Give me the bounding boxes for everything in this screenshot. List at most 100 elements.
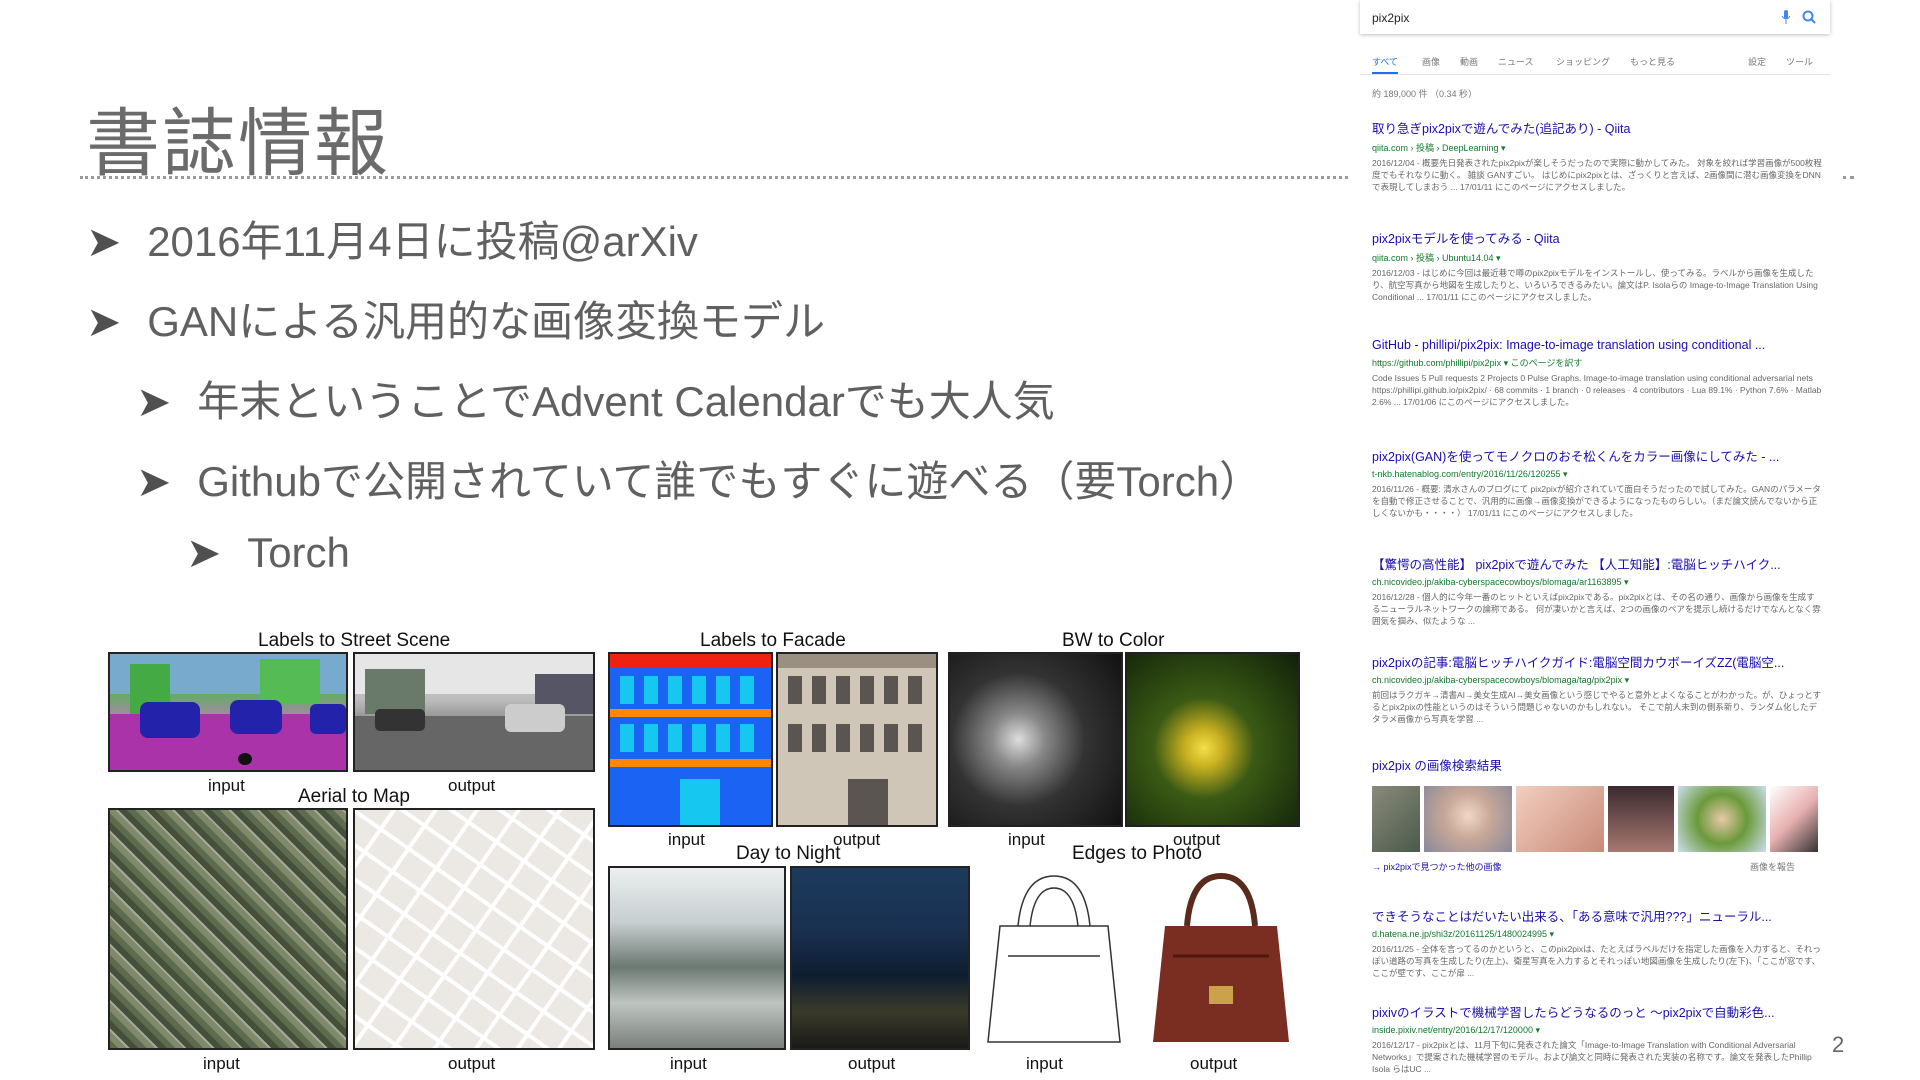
result-title[interactable]: pix2pix(GAN)を使ってモノクロのおそ松くんをカラー画像にしてみた - …	[1372, 446, 1822, 465]
bullet-2: ➤ GANによる汎用的な画像変換モデル	[86, 298, 825, 345]
image-results-row	[1372, 786, 1826, 852]
result-count: 約 189,000 件 （0.34 秒）	[1372, 89, 1478, 99]
bullet-1: ➤ 2016年11月4日に投稿@arXiv	[86, 218, 698, 265]
slide: 書誌情報 ➤ 2016年11月4日に投稿@arXiv ➤ GANによる汎用的な画像変…	[0, 0, 1920, 1080]
aerial-map-input-label: input	[203, 1054, 240, 1073]
mic-icon[interactable]	[1780, 10, 1792, 24]
tab-settings[interactable]: 設定	[1748, 55, 1766, 68]
result-snippet: 2016/12/03 - はじめに今回は最近巷で噂のpix2pixモデルをインス…	[1372, 268, 1818, 302]
result-title[interactable]: 【驚愕の高性能】 pix2pixで遊んでみた 【人工知能】:電脳ヒッチハイク..…	[1372, 554, 1822, 573]
edges-photo-input-image	[978, 866, 1130, 1050]
result-snippet: Code Issues 5 Pull requests 2 Projects 0…	[1372, 373, 1822, 407]
result-url[interactable]: d.hatena.ne.jp/shi3z/20161125/1480024995…	[1372, 929, 1822, 940]
day-night-input-label: input	[670, 1054, 707, 1073]
day-night-output-image	[790, 866, 970, 1050]
search-result: 取り急ぎpix2pixで遊んでみた(追記あり) - Qiita qiita.co…	[1372, 118, 1822, 193]
search-result: できそうなことはだいたい出来る、「ある意味で汎用???」ニューラル... d.h…	[1372, 906, 1822, 979]
search-result: pix2pixモデルを使ってみる - Qiita qiita.com › 投稿 …	[1372, 228, 1822, 303]
more-images-link[interactable]: → pix2pixで見つかった他の画像	[1372, 860, 1502, 873]
tab-news[interactable]: ニュース	[1498, 55, 1534, 68]
report-images-link[interactable]: 画像を報告	[1750, 860, 1795, 873]
result-title[interactable]: pix2pixモデルを使ってみる - Qiita	[1372, 228, 1822, 247]
image-results-title[interactable]: pix2pix の画像検索結果	[1372, 755, 1502, 774]
day-night-output-label: output	[848, 1054, 896, 1073]
image-thumbnail[interactable]	[1372, 786, 1420, 852]
result-snippet: 2016/11/26 - 概要: 清水さんのブログにて pix2pixが紹介され…	[1372, 484, 1821, 518]
caption-day-night: Day to Night	[736, 843, 841, 864]
bw-color-input-image	[948, 652, 1123, 827]
search-result: pixivのイラストで機械学習したらどうなるのっと ～pix2pixで自動彩色.…	[1372, 1002, 1822, 1075]
result-snippet: 2016/12/04 - 概要先日発表されたpix2pixが楽しそうだったので実…	[1372, 158, 1822, 192]
bullet-2-1: ➤ 年末ということでAdvent Calendarでも大人気	[136, 378, 1055, 425]
search-box[interactable]: pix2pix	[1360, 0, 1830, 34]
result-snippet: 前回はラクガキ→清書AI→美女生成AI→美女画像という感じでやると意外とよくなる…	[1372, 690, 1822, 724]
aerial-map-input-image	[108, 808, 348, 1050]
search-result: GitHub - phillipi/pix2pix: Image-to-imag…	[1372, 338, 1822, 408]
image-thumbnail[interactable]	[1678, 786, 1766, 852]
result-snippet: 2016/12/17 - pix2pixとは、11月下旬に発表された論文「Ima…	[1372, 1040, 1812, 1074]
labels-facade-output-image	[776, 652, 938, 827]
search-result: 【驚愕の高性能】 pix2pixで遊んでみた 【人工知能】:電脳ヒッチハイク..…	[1372, 554, 1822, 627]
result-url[interactable]: ch.nicovideo.jp/akiba-cyberspacecowboys/…	[1372, 577, 1822, 588]
result-url[interactable]: https://github.com/phillipi/pix2pix ▾ この…	[1372, 356, 1822, 369]
tab-images[interactable]: 画像	[1422, 55, 1440, 68]
result-title[interactable]: できそうなことはだいたい出来る、「ある意味で汎用???」ニューラル...	[1372, 906, 1822, 925]
labels-facade-input-label: input	[668, 830, 705, 849]
title-divider	[80, 176, 1348, 179]
bullet-marker-icon: ➤	[136, 378, 172, 425]
result-url[interactable]: qiita.com › 投稿 › Ubuntu14.04 ▾	[1372, 251, 1822, 264]
caption-labels-street: Labels to Street Scene	[258, 630, 451, 651]
result-snippet: 2016/12/28 - 個人的に今年一番のヒットといえばpix2pixである。…	[1372, 592, 1821, 626]
bullet-marker-icon: ➤	[86, 218, 122, 265]
result-snippet: 2016/11/25 - 全体を言ってるのかというと、このpix2pixは、たと…	[1372, 944, 1821, 978]
bw-color-input-label: input	[1008, 830, 1045, 849]
image-thumbnail[interactable]	[1516, 786, 1604, 852]
bullet-2-2: ➤ Githubで公開されていて誰でもすぐに遊べる（要Torch）	[136, 458, 1262, 505]
slide-title: 書誌情報	[86, 101, 390, 187]
tab-all[interactable]: すべて	[1372, 55, 1399, 74]
result-url[interactable]: qiita.com › 投稿 › DeepLearning ▾	[1372, 141, 1822, 154]
labels-street-output-label: output	[448, 776, 496, 795]
tab-shopping[interactable]: ショッピング	[1556, 55, 1610, 68]
pix2pix-examples-figure: Labels to Street Scene input output Aeri…	[108, 630, 1300, 1073]
tab-more[interactable]: もっと見る	[1630, 55, 1675, 68]
labels-street-input-label: input	[208, 776, 245, 795]
bw-color-output-image	[1125, 652, 1300, 827]
result-title[interactable]: pix2pixの記事:電脳ヒッチハイクガイド:電脳空間カウボーイズZZ(電脳空.…	[1372, 652, 1822, 671]
caption-bw-color: BW to Color	[1062, 630, 1165, 651]
result-url[interactable]: t-nkb.hatenablog.com/entry/2016/11/26/12…	[1372, 469, 1822, 480]
result-title[interactable]: pixivのイラストで機械学習したらどうなるのっと ～pix2pixで自動彩色.…	[1372, 1002, 1822, 1021]
bullet-marker-icon: ➤	[86, 298, 122, 345]
search-result: pix2pixの記事:電脳ヒッチハイクガイド:電脳空間カウボーイズZZ(電脳空.…	[1372, 652, 1822, 725]
edges-photo-input-label: input	[1026, 1054, 1063, 1073]
tab-tools[interactable]: ツール	[1786, 55, 1813, 68]
bullet-marker-icon: ➤	[136, 458, 172, 505]
search-query: pix2pix	[1372, 11, 1410, 25]
search-tabs: すべて 画像 動画 ニュース ショッピング もっと見る 設定 ツール	[1360, 52, 1830, 75]
aerial-map-output-image	[353, 808, 595, 1050]
search-results-panel: pix2pix すべて 画像 動画 ニュース ショッピング もっと見る 設定 ツ…	[1360, 0, 1840, 1080]
aerial-map-output-label: output	[448, 1054, 496, 1073]
image-thumbnail[interactable]	[1424, 786, 1512, 852]
search-icon[interactable]	[1802, 10, 1816, 24]
result-title[interactable]: 取り急ぎpix2pixで遊んでみた(追記あり) - Qiita	[1372, 118, 1822, 137]
result-title[interactable]: GitHub - phillipi/pix2pix: Image-to-imag…	[1372, 338, 1822, 352]
result-url[interactable]: inside.pixiv.net/entry/2016/12/17/120000…	[1372, 1025, 1822, 1036]
edges-photo-output-image	[1143, 866, 1298, 1050]
page-number: 2	[1832, 1032, 1845, 1057]
caption-aerial-map: Aerial to Map	[298, 786, 410, 807]
bullet-2-2-1: ➤ Torch	[186, 529, 350, 576]
labels-facade-input-image	[608, 652, 773, 827]
labels-street-input-image	[108, 652, 348, 772]
image-thumbnail[interactable]	[1608, 786, 1674, 852]
search-result: pix2pix(GAN)を使ってモノクロのおそ松くんをカラー画像にしてみた - …	[1372, 446, 1822, 519]
labels-street-output-image	[353, 652, 595, 772]
result-url[interactable]: ch.nicovideo.jp/akiba-cyberspacecowboys/…	[1372, 675, 1822, 686]
day-night-input-image	[608, 866, 786, 1050]
caption-labels-facade: Labels to Facade	[700, 630, 846, 651]
edges-photo-output-label: output	[1190, 1054, 1238, 1073]
bullet-marker-icon: ➤	[186, 529, 222, 576]
image-thumbnail[interactable]	[1770, 786, 1818, 852]
tab-videos[interactable]: 動画	[1460, 55, 1478, 68]
caption-edges-photo: Edges to Photo	[1072, 843, 1202, 864]
